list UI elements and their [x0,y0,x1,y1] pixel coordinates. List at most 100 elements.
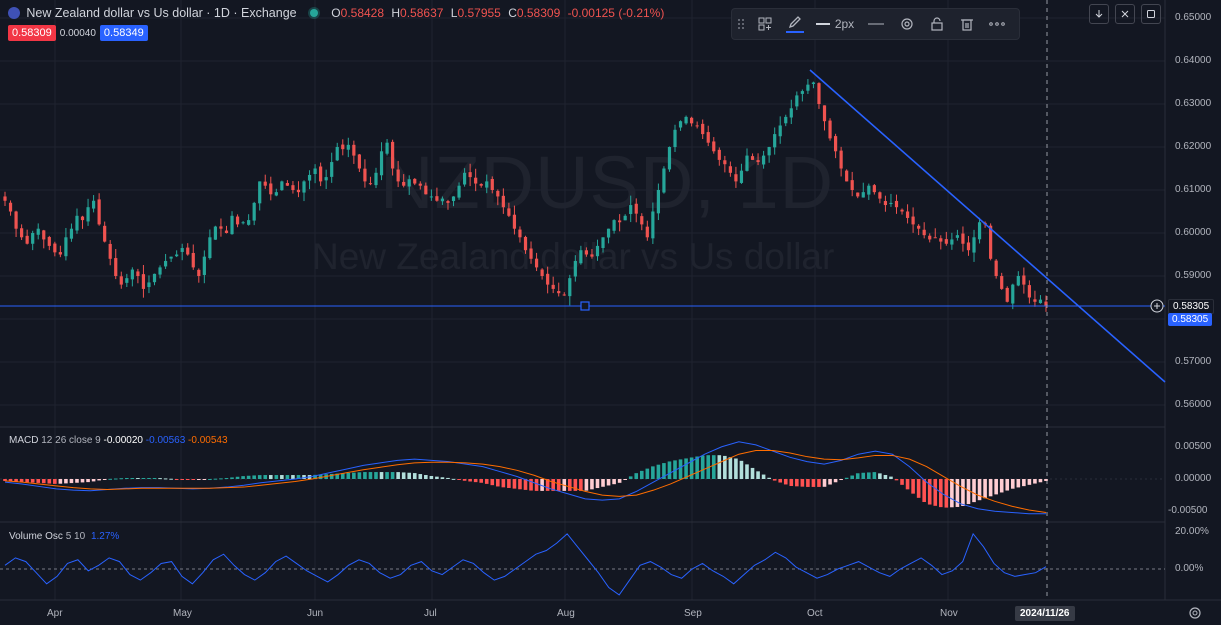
macd-hist-value: -0.00020 [103,435,143,446]
macd-histogram-bar [274,475,279,479]
candle-body [291,185,295,190]
macd-histogram-bar [684,458,688,479]
macd-histogram-bar [861,472,866,479]
bid-button[interactable]: 0.58309 [8,25,56,41]
candle-body [518,229,522,238]
macd-histogram-bar [53,479,57,484]
macd-histogram-bar [900,479,904,485]
candle-body [529,248,533,259]
lock-icon[interactable] [922,9,952,39]
candle-body [950,239,954,245]
macd-histogram-bar [263,475,268,479]
low-value: 0.57955 [457,6,501,20]
candle-body [928,235,932,240]
candle-body [91,200,96,209]
macd-histogram-bar [728,457,733,479]
candle-body [651,211,655,239]
volume-osc-legend[interactable]: Volume Osc 5 10 1.27% [9,531,119,542]
drag-handle-icon[interactable] [732,9,750,39]
candle-body [180,248,184,252]
macd-histogram-bar [750,467,755,479]
candle-body [905,211,910,218]
price-axis-label: 0.56000 [1175,399,1212,410]
nz-flag-icon [8,7,20,19]
macd-histogram-bar [634,473,639,479]
horizontal-line-handle[interactable] [580,301,590,311]
macd-histogram-bar [119,478,124,480]
macd-histogram-bar [734,458,738,479]
templates-icon[interactable] [750,9,780,39]
candle-body [523,236,528,251]
macd-histogram-bar [484,479,489,484]
macd-histogram-bar [479,479,484,483]
macd-histogram-bar [230,477,234,479]
candle-body [424,185,428,195]
pencil-icon[interactable] [780,9,810,39]
candle-body [822,105,827,122]
candle-body [213,226,218,240]
candle-body [247,220,251,225]
macd-histogram-bar [468,479,472,482]
macd-histogram-bar [1027,479,1032,485]
candle-body [717,149,721,160]
macd-histogram-bar [534,479,539,491]
volume-axis-top: 20.00% [1175,526,1209,537]
quote-panel: 0.58309 0.00040 0.58349 [8,25,148,41]
macd-histogram-bar [368,472,373,479]
macd-histogram-bar [235,476,240,479]
candle-body [280,181,284,191]
candle-body [252,202,256,221]
change-value: -0.00125 (-0.21%) [567,6,665,20]
macd-histogram-bar [108,478,113,480]
symbol-title[interactable]: New Zealand dollar vs Us dollar · 1D · E… [26,6,296,20]
macd-histogram-bar [628,476,633,479]
more-icon[interactable] [982,9,1012,39]
candle-body [3,196,7,201]
candle-body [557,291,561,294]
candle-body [219,226,223,229]
macd-legend[interactable]: MACD 12 26 close 9 -0.00020 -0.00563 -0.… [9,435,228,446]
gear-icon[interactable] [892,9,922,39]
move-pane-down-icon[interactable] [1089,4,1109,24]
macd-histogram-bar [567,479,572,491]
chart-canvas[interactable] [0,0,1221,625]
trash-icon[interactable] [952,9,982,39]
macd-histogram-bar [922,479,926,503]
macd-params: 12 26 close 9 [41,435,101,446]
chart-settings-icon[interactable] [1189,607,1201,619]
macd-histogram-bar [25,479,29,483]
macd-histogram-bar [363,472,367,479]
market-status-icon[interactable] [309,9,318,17]
collapse-pane-icon[interactable] [1115,4,1135,24]
time-axis-label: Aug [557,608,575,619]
candle-body [14,211,18,229]
candle-body [158,267,162,275]
candle-body [789,108,793,118]
macd-histogram-bar [130,478,135,480]
macd-histogram-bar [1016,479,1021,488]
trend-line-drawing[interactable] [809,69,1166,383]
ask-button[interactable]: 0.58349 [99,25,148,41]
candle-body [224,230,229,233]
macd-histogram-bar [407,472,412,479]
macd-histogram-bar [102,479,107,480]
line-width-icon[interactable]: 2px [810,9,860,39]
candle-body [230,215,234,235]
candle-body [296,189,301,193]
macd-histogram-bar [905,479,910,490]
high-key: H [391,6,401,20]
maximize-pane-icon[interactable] [1141,4,1161,24]
candle-body [75,215,79,231]
macd-histogram-bar [462,479,467,481]
macd-histogram-bar [490,479,495,486]
add-alert-icon[interactable] [1150,299,1164,313]
macd-histogram-bar [778,479,783,483]
candle-body [136,271,140,276]
candle-body [889,202,893,205]
candle-body [678,121,683,128]
candle-body [42,230,46,240]
candle-body [125,278,129,283]
candle-body [258,181,262,204]
macd-histogram [3,455,1048,508]
line-style-icon[interactable] [860,9,892,39]
